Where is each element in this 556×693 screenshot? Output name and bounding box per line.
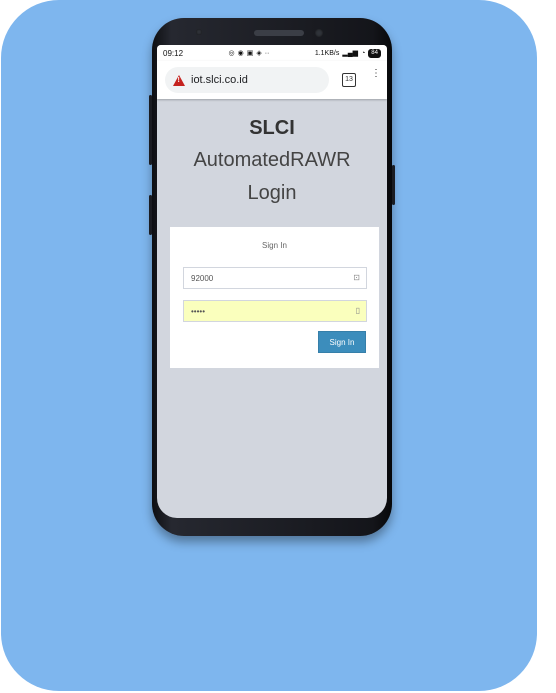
username-value: 92000 [191, 273, 214, 283]
lock-icon: ▯ [355, 306, 360, 315]
signin-heading: Sign In [262, 241, 287, 250]
system-icons: 1.1KB/s ▂▄▆ ◔ 84 [314, 48, 381, 58]
not-secure-warning-icon[interactable] [173, 74, 185, 86]
browser-menu-icon[interactable]: ⋮ [371, 69, 381, 79]
bixby-button [149, 195, 152, 235]
status-time: 09:12 [163, 48, 184, 58]
address-bar[interactable]: iot.slci.co.id [165, 67, 329, 93]
wifi-icon: ◔ [361, 49, 366, 57]
login-heading: Login [247, 182, 297, 204]
net-speed: 1.1KB/s [314, 49, 340, 57]
phone-screen: 09:12 ◎ ◉ ▣ ◈ ·· 1.1KB/s ▂▄▆ ◔ 84 iot.sl… [157, 45, 387, 518]
password-input[interactable]: ••••• ▯ [183, 300, 367, 322]
messenger-icon: ◉ [237, 50, 244, 57]
message-icon: ▣ [246, 50, 254, 57]
signin-button[interactable]: Sign In [318, 331, 366, 353]
more-dots-icon: ·· [264, 49, 270, 57]
brand-subtitle: AutomatedRAWR [193, 149, 351, 171]
tab-switcher-button[interactable]: 13 [342, 73, 356, 87]
browser-toolbar: iot.slci.co.id 13 ⋮ [157, 61, 387, 99]
brand-title: SLCI [249, 117, 295, 139]
password-value: ••••• [191, 306, 206, 316]
whatsapp-icon: ◎ [228, 50, 235, 57]
signal-icon: ▂▄▆ [342, 50, 359, 57]
sensor-icon [196, 29, 202, 35]
shield-icon: ◈ [256, 50, 262, 57]
power-button [392, 165, 395, 205]
battery-icon: 84 [368, 48, 381, 58]
login-card: Sign In 92000 ⊡ ••••• ▯ Sign In [170, 227, 379, 368]
notification-icons: ◎ ◉ ▣ ◈ ·· [228, 49, 270, 58]
front-camera-icon [315, 29, 323, 37]
user-card-icon: ⊡ [353, 273, 360, 282]
status-bar: 09:12 ◎ ◉ ▣ ◈ ·· 1.1KB/s ▂▄▆ ◔ 84 [157, 45, 387, 61]
earpiece-speaker [254, 30, 304, 36]
url-text[interactable]: iot.slci.co.id [191, 74, 248, 86]
volume-button [149, 95, 152, 165]
username-input[interactable]: 92000 ⊡ [183, 267, 367, 289]
